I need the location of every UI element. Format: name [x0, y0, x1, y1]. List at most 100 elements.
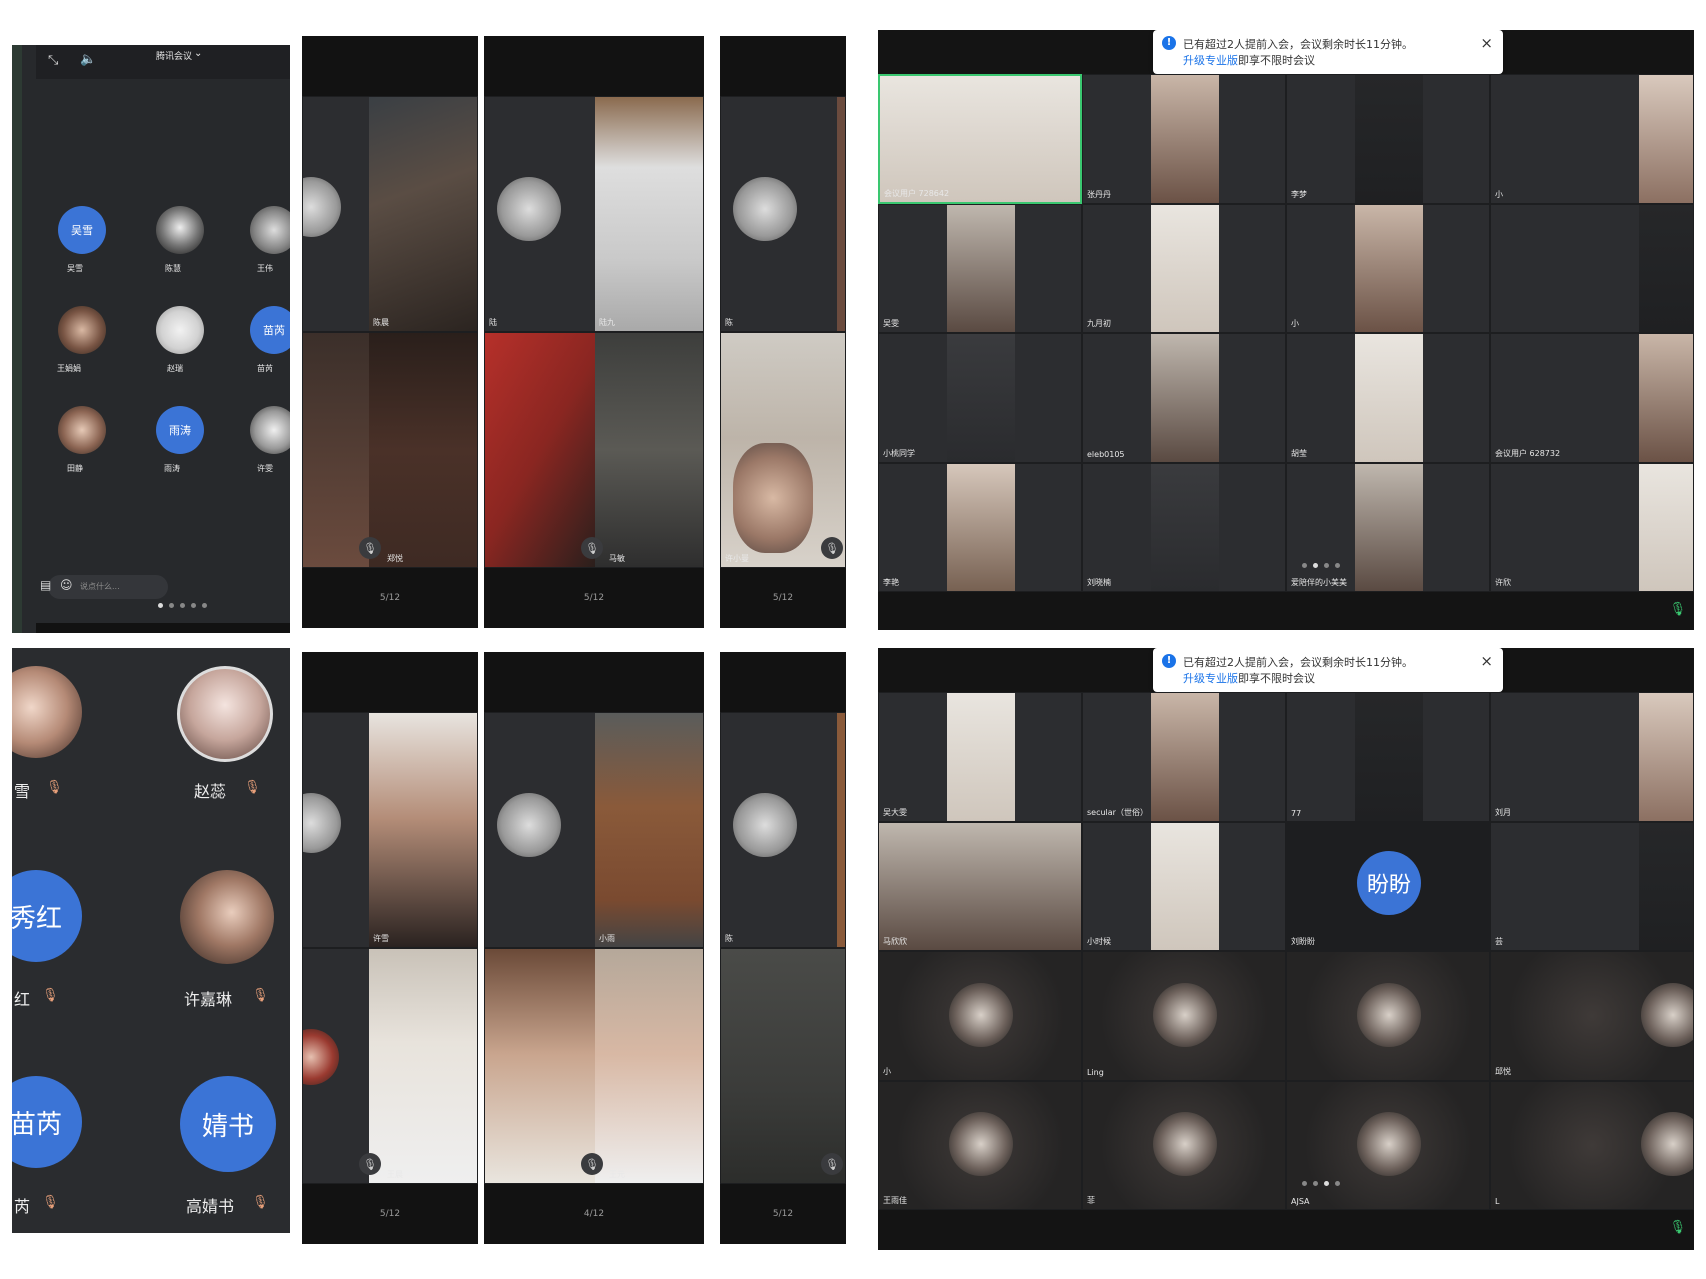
avatar[interactable]	[58, 306, 106, 354]
chat-input-bar[interactable]: ▤ ☺ 说点什么...	[40, 575, 168, 599]
video-tile[interactable]: 小	[1286, 203, 1490, 333]
video-tile[interactable]: 🎙 王晨	[302, 948, 478, 1184]
video-tile[interactable]: 芸	[1490, 821, 1694, 951]
video-tile[interactable]: 刘晓楠	[1082, 462, 1286, 592]
video-tile[interactable]: 邱悦	[1490, 951, 1694, 1081]
camera-feed	[947, 334, 1015, 462]
video-tile[interactable]	[1286, 951, 1490, 1081]
video-tile[interactable]: 许雪	[302, 712, 478, 948]
video-tile[interactable]	[1490, 203, 1694, 333]
camera-feed	[1355, 693, 1423, 821]
video-tile[interactable]: 吴雯	[878, 203, 1082, 333]
video-tile[interactable]: 刘月	[1490, 692, 1694, 822]
phone-screen-4: 许雪 🎙 王晨 5/12	[302, 652, 478, 1244]
participant-name: 许雯	[257, 464, 273, 473]
avatar[interactable]: 苗芮	[250, 306, 290, 354]
page-dots[interactable]	[158, 603, 207, 608]
avatar[interactable]	[177, 666, 273, 762]
video-tile[interactable]: 张丹丹	[1082, 74, 1286, 204]
video-tile[interactable]: 会议用户 728642	[878, 74, 1082, 204]
avatar[interactable]	[58, 406, 106, 454]
page-dots[interactable]	[1302, 1181, 1340, 1186]
video-tile[interactable]: 🎙	[720, 948, 846, 1184]
participant-name: 雪	[14, 782, 31, 801]
camera-feed	[1151, 204, 1219, 332]
video-tile[interactable]: 陈	[720, 96, 846, 332]
video-tile[interactable]: 胡莹	[1286, 333, 1490, 463]
meeting-title[interactable]: 腾讯会议	[156, 49, 192, 62]
avatar[interactable]	[156, 306, 204, 354]
info-icon: !	[1162, 654, 1176, 668]
chevron-down-icon[interactable]: ⌄	[194, 48, 202, 59]
avatar	[733, 793, 797, 857]
emoji-icon[interactable]: ☺	[60, 578, 73, 592]
avatar[interactable]	[250, 406, 290, 454]
avatar[interactable]	[12, 666, 82, 758]
video-tile[interactable]: 小	[1490, 74, 1694, 204]
mic-icon[interactable]: 🎙	[821, 1153, 843, 1175]
mic-icon[interactable]: 🎙	[821, 537, 843, 559]
avatar[interactable]: 秀红	[12, 870, 82, 962]
avatar[interactable]: 苗芮	[12, 1076, 82, 1168]
participant-name: 刘月	[1495, 807, 1511, 817]
page-indicator: 5/12	[720, 568, 846, 628]
video-tile[interactable]: 陈	[720, 712, 846, 948]
participant-name: 李艳	[883, 578, 899, 587]
mic-icon[interactable]: 🎙	[1669, 1220, 1686, 1235]
video-tile[interactable]: 小桃同学	[878, 333, 1082, 463]
mic-icon[interactable]: 🎙	[581, 1153, 603, 1175]
video-tile[interactable]: 盼盼 刘盼盼	[1286, 821, 1490, 951]
mic-icon[interactable]: 🎙	[581, 537, 603, 559]
upgrade-link[interactable]: 升级专业版	[1183, 54, 1238, 67]
video-tile[interactable]: 李艳	[878, 462, 1082, 592]
video-tile[interactable]: 会议用户 628732	[1490, 333, 1694, 463]
video-tile[interactable]: secular（世俗）	[1082, 692, 1286, 822]
camera-feed	[1151, 822, 1219, 950]
video-tile[interactable]: AJSA	[1286, 1080, 1490, 1210]
camera-feed	[1639, 75, 1693, 203]
video-tile[interactable]: 🎙 郑悦	[302, 332, 478, 568]
mic-icon[interactable]: 🎙	[359, 1153, 381, 1175]
avatar[interactable]	[180, 870, 274, 964]
video-tile[interactable]: 王雨佳	[878, 1080, 1082, 1210]
phone-screen-2: 陆 陆九 🎙 马敏 5/12	[484, 36, 704, 628]
video-tile[interactable]: 77	[1286, 692, 1490, 822]
close-icon[interactable]: ×	[1480, 34, 1493, 52]
video-tile[interactable]: Ling	[1082, 951, 1286, 1081]
avatar[interactable]: 雨涛	[156, 406, 204, 454]
upgrade-link[interactable]: 升级专业版	[1183, 672, 1238, 685]
participant-name: 郑悦	[387, 554, 403, 563]
video-tile[interactable]: 李梦	[1286, 74, 1490, 204]
video-tile[interactable]: 菲	[1082, 1080, 1286, 1210]
avatar[interactable]	[156, 206, 204, 254]
video-tile[interactable]: 小时候	[1082, 821, 1286, 951]
avatar[interactable]: 吴雪	[58, 206, 106, 254]
video-tile[interactable]: L	[1490, 1080, 1694, 1210]
video-tile[interactable]: 陈晨	[302, 96, 478, 332]
video-tile[interactable]: 许欣	[1490, 462, 1694, 592]
phone-screen-5: 小雨 🎙 王元 4/12	[484, 652, 704, 1244]
shrink-icon[interactable]: ⤡	[48, 53, 58, 68]
video-tile[interactable]: 小雨	[484, 712, 704, 948]
video-tile[interactable]: 陆 陆九	[484, 96, 704, 332]
video-tile[interactable]: 九月初	[1082, 203, 1286, 333]
video-tile[interactable]: 爱陪伴的小美美	[1286, 462, 1490, 592]
avatar[interactable]: 婧书	[180, 1076, 276, 1172]
chat-icon[interactable]: ▤	[40, 578, 51, 592]
video-tile[interactable]: 🎙 马敏	[484, 332, 704, 568]
video-tile[interactable]: 🎙 王元	[484, 948, 704, 1184]
participant-name: 九月初	[1087, 319, 1111, 328]
camera-feed	[595, 713, 703, 947]
video-tile[interactable]: 小	[878, 951, 1082, 1081]
avatar[interactable]	[250, 206, 290, 254]
participant-label: 陆	[489, 318, 497, 327]
video-tile[interactable]: 吴大雯	[878, 692, 1082, 822]
mic-icon[interactable]: 🎙	[359, 537, 381, 559]
close-icon[interactable]: ×	[1480, 652, 1493, 670]
video-tile[interactable]: 🎙 许小曼	[720, 332, 846, 568]
page-dots[interactable]	[1302, 563, 1340, 568]
mic-icon[interactable]: 🎙	[1669, 602, 1686, 617]
video-tile[interactable]: 马欣欣	[878, 821, 1082, 951]
video-tile[interactable]: eleb0105	[1082, 333, 1286, 463]
speaker-icon[interactable]: 🔈	[80, 52, 96, 67]
